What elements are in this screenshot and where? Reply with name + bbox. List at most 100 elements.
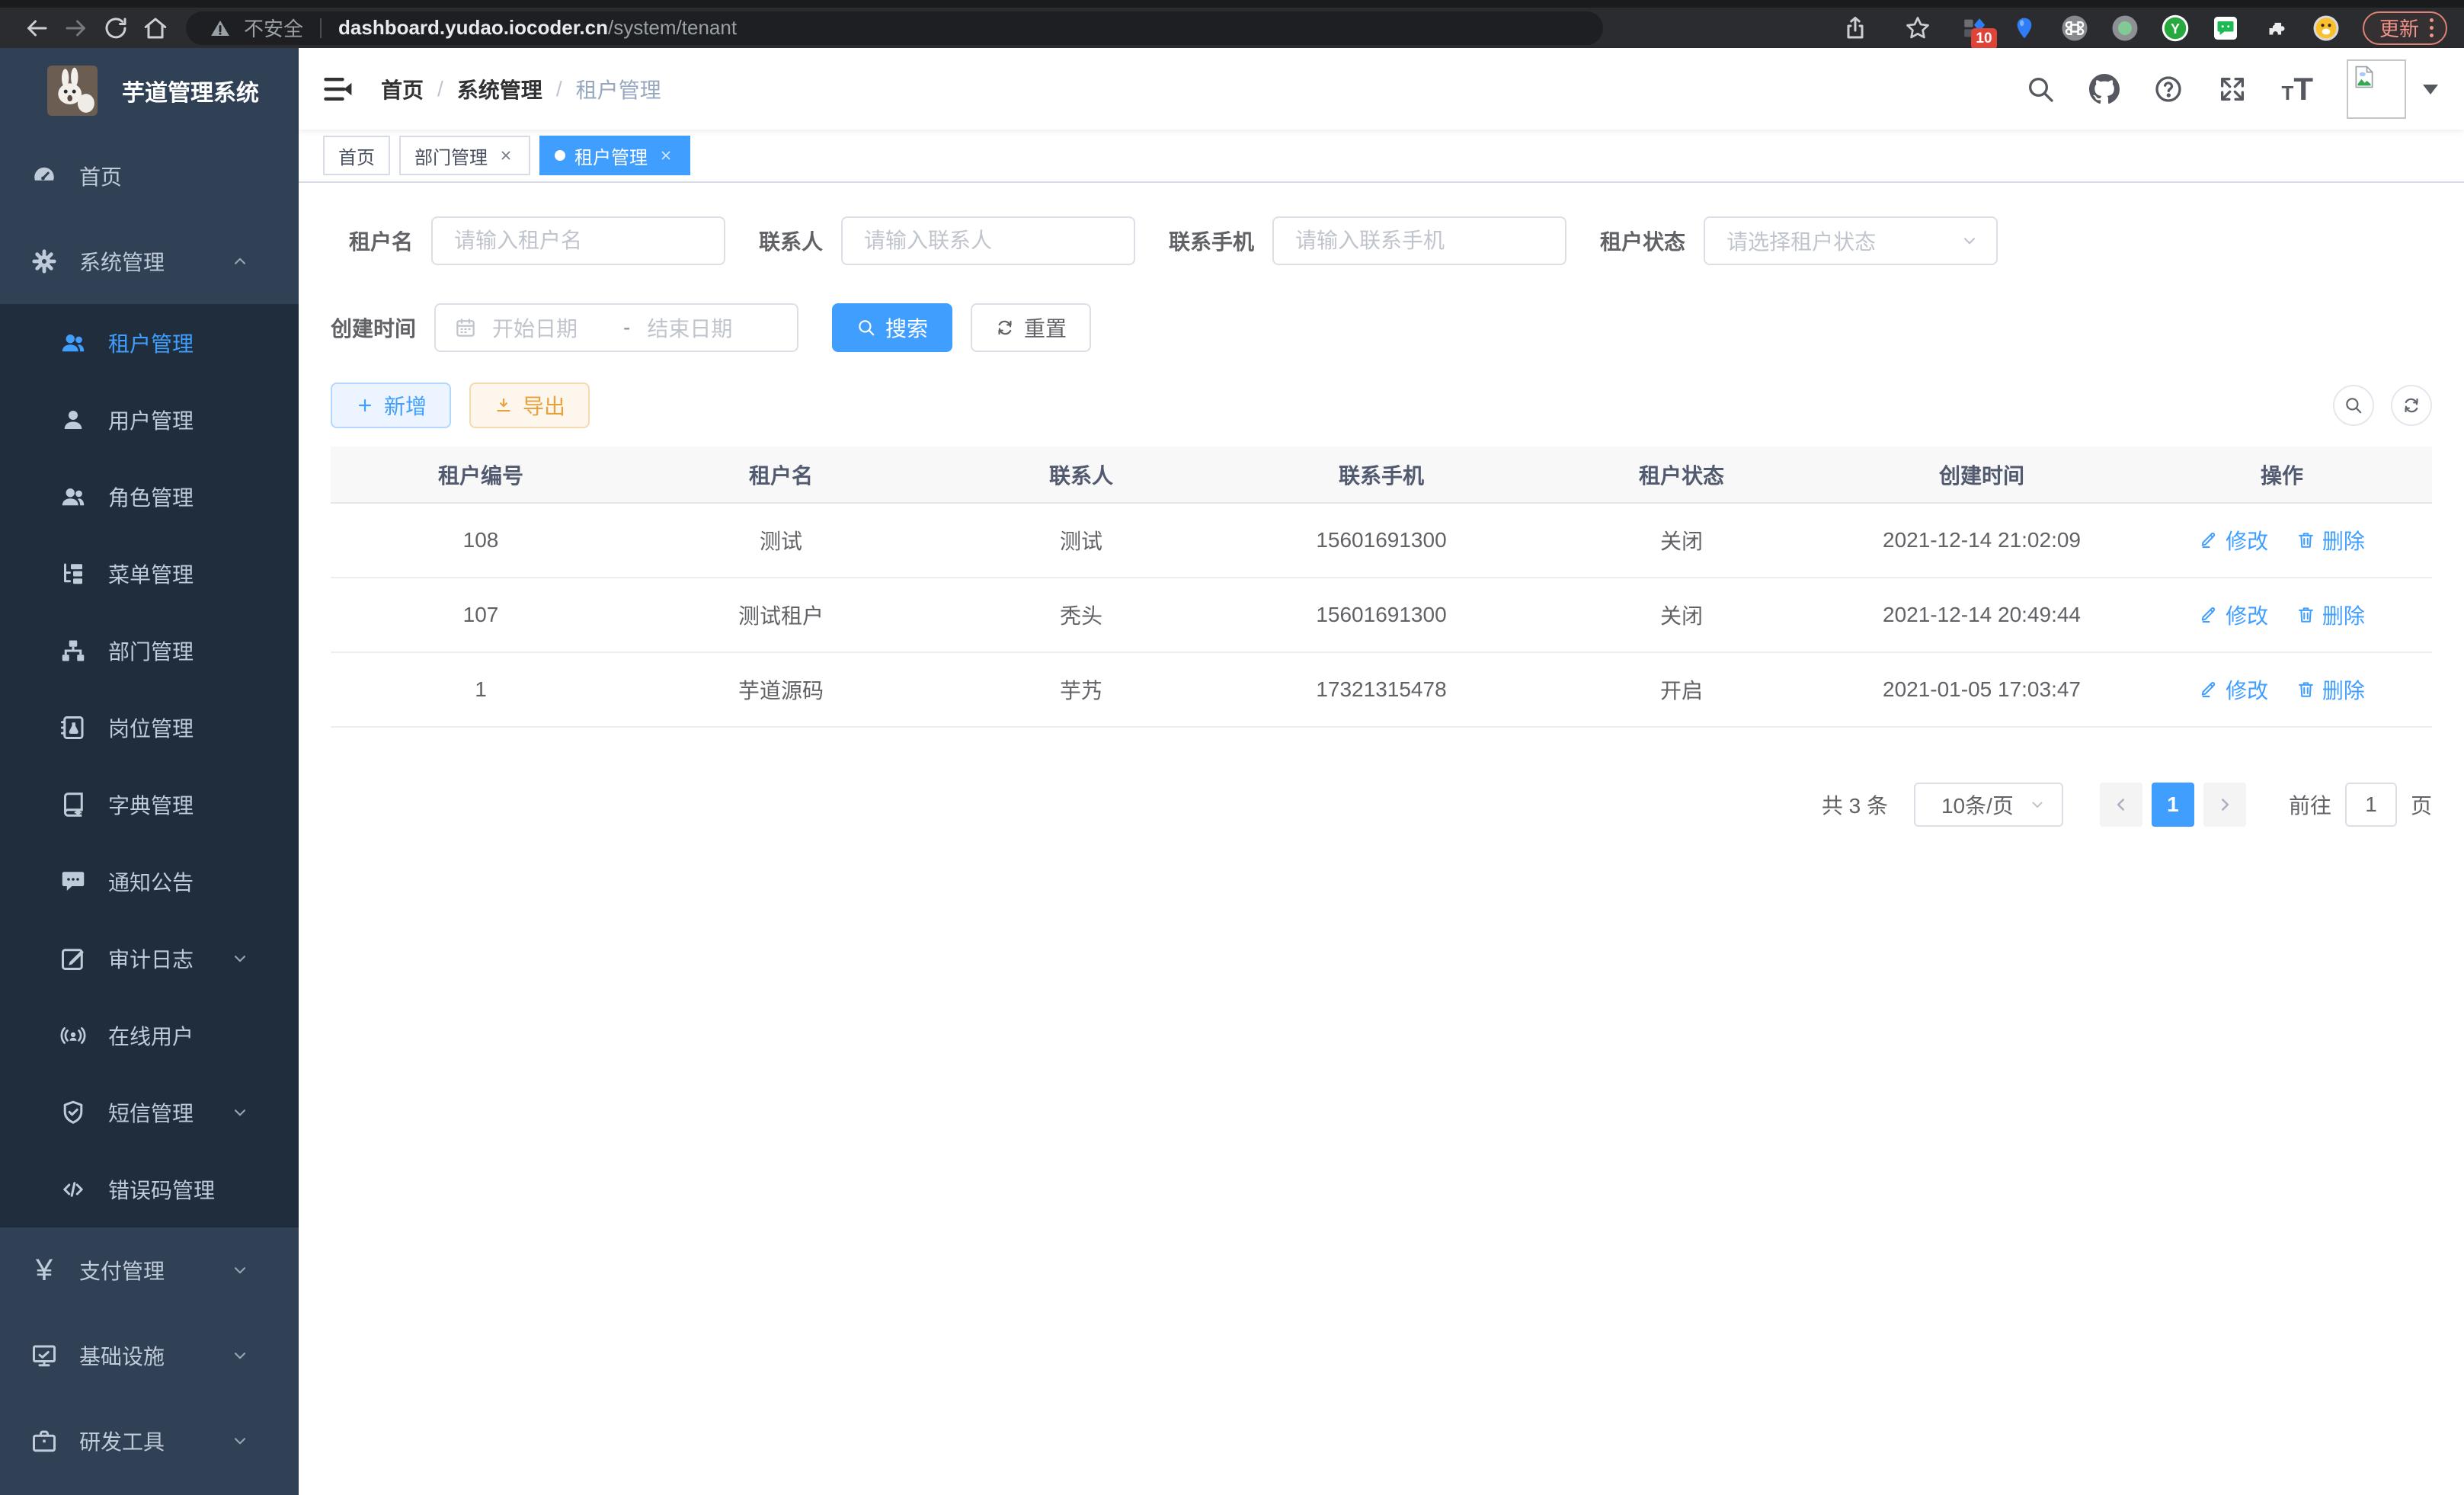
chevron-up-icon xyxy=(230,251,250,271)
chevron-down-icon xyxy=(1960,231,1979,251)
sidebar-item-post[interactable]: 岗位管理 xyxy=(0,689,299,766)
refresh-table-button[interactable] xyxy=(2391,385,2432,426)
sidebar-item-label: 菜单管理 xyxy=(108,559,194,589)
share-button[interactable] xyxy=(1835,12,1875,44)
refresh-icon xyxy=(2402,395,2421,415)
browser-update-button[interactable]: 更新 xyxy=(2363,11,2447,45)
tenant-name-input[interactable] xyxy=(431,216,725,265)
filter-phone: 联系手机 xyxy=(1150,216,1566,265)
sidebar-item-user[interactable]: 用户管理 xyxy=(0,381,299,458)
extension-icon-balloon[interactable] xyxy=(2011,14,2038,42)
sidebar-item-audit[interactable]: 审计日志 xyxy=(0,920,299,997)
app-logo[interactable]: 芋道管理系统 xyxy=(0,48,299,133)
browser-forward-button[interactable] xyxy=(56,12,96,44)
sidebar-item-online[interactable]: 在线用户 xyxy=(0,997,299,1074)
extensions-puzzle-icon[interactable] xyxy=(2262,14,2290,42)
broken-image-icon xyxy=(2351,64,2377,90)
goto-page-input[interactable] xyxy=(2345,783,2397,827)
window-top-strip xyxy=(0,0,2464,8)
monitor-icon xyxy=(30,1342,58,1369)
extension-icon-command[interactable] xyxy=(2061,14,2088,42)
sidebar-toggle-hamburger-icon[interactable] xyxy=(322,72,355,106)
browser-reload-button[interactable] xyxy=(96,12,136,44)
sidebar-item-devtools[interactable]: 研发工具 xyxy=(0,1398,299,1484)
page-size-select[interactable]: 10条/页 xyxy=(1914,783,2063,827)
browser-home-button[interactable] xyxy=(136,12,175,44)
prev-page-button[interactable] xyxy=(2100,783,2142,827)
chevron-down-icon xyxy=(2028,796,2046,814)
header-search-icon[interactable] xyxy=(2025,74,2056,104)
delete-link[interactable]: 删除 xyxy=(2296,674,2365,705)
date-start-placeholder[interactable]: 开始日期 xyxy=(492,312,606,343)
contact-input[interactable] xyxy=(841,216,1135,265)
sidebar-item-tenant[interactable]: 租户管理 xyxy=(0,304,299,381)
date-end-placeholder[interactable]: 结束日期 xyxy=(647,312,732,343)
sidebar-item-label: 短信管理 xyxy=(108,1097,194,1128)
chevron-down-icon xyxy=(230,1346,250,1365)
tenant-status-select[interactable]: 请选择租户状态 xyxy=(1704,216,1998,265)
tag-home[interactable]: 首页 xyxy=(323,136,390,175)
user-group-icon xyxy=(59,483,87,511)
sidebar-item-notice[interactable]: 通知公告 xyxy=(0,843,299,920)
edit-link[interactable]: 修改 xyxy=(2199,600,2268,630)
create-time-range-picker[interactable]: 开始日期 - 结束日期 xyxy=(434,303,798,352)
delete-link[interactable]: 删除 xyxy=(2296,525,2365,555)
sidebar-item-menu[interactable]: 菜单管理 xyxy=(0,535,299,612)
sidebar-item-dict[interactable]: 字典管理 xyxy=(0,766,299,843)
filter-contact: 联系人 xyxy=(741,216,1135,265)
trash-icon xyxy=(2296,530,2316,550)
tag-tenant[interactable]: 租户管理 xyxy=(539,136,690,175)
search-button[interactable]: 搜索 xyxy=(832,303,952,352)
tag-dept[interactable]: 部门管理 xyxy=(399,136,530,175)
sidebar: 芋道管理系统 首页 系统管理 租户管理 用户管理 角色管理 xyxy=(0,48,299,1495)
page-unit-label: 页 xyxy=(2411,789,2432,820)
extension-icon-chat[interactable] xyxy=(2212,14,2239,42)
github-icon[interactable] xyxy=(2089,74,2120,104)
delete-link[interactable]: 删除 xyxy=(2296,600,2365,630)
extension-icon-y-green[interactable]: Y xyxy=(2162,14,2189,42)
breadcrumb-system[interactable]: 系统管理 xyxy=(457,74,542,104)
cell-actions: 修改 删除 xyxy=(2132,578,2432,652)
broadcast-user-icon xyxy=(59,1022,87,1049)
table-header-row: 租户编号 租户名 联系人 联系手机 租户状态 创建时间 操作 xyxy=(331,447,2432,503)
sidebar-item-errorcode[interactable]: 错误码管理 xyxy=(0,1151,299,1228)
sidebar-item-label: 角色管理 xyxy=(108,482,194,512)
browser-back-button[interactable] xyxy=(17,12,56,44)
cell-id: 107 xyxy=(331,578,631,652)
sidebar-item-home[interactable]: 首页 xyxy=(0,133,299,219)
help-question-icon[interactable] xyxy=(2153,74,2184,104)
close-icon[interactable] xyxy=(657,146,675,165)
sidebar-item-dept[interactable]: 部门管理 xyxy=(0,612,299,689)
address-bar[interactable]: 不安全 dashboard.yudao.iocoder.cn/system/te… xyxy=(186,11,1603,45)
extension-icon-emoji[interactable] xyxy=(2312,14,2340,42)
add-button[interactable]: 新增 xyxy=(331,383,451,428)
edit-link[interactable]: 修改 xyxy=(2199,525,2268,555)
sidebar-item-infra[interactable]: 基础设施 xyxy=(0,1313,299,1398)
svg-text:Y: Y xyxy=(2171,21,2180,36)
page-number-1[interactable]: 1 xyxy=(2152,783,2194,827)
toggle-search-button[interactable] xyxy=(2333,385,2374,426)
export-button[interactable]: 导出 xyxy=(469,383,590,428)
reset-button[interactable]: 重置 xyxy=(971,303,1091,352)
edit-link[interactable]: 修改 xyxy=(2199,674,2268,705)
user-menu[interactable] xyxy=(2347,59,2438,119)
sidebar-item-system[interactable]: 系统管理 xyxy=(0,219,299,304)
sidebar-item-label: 字典管理 xyxy=(108,789,194,820)
phone-input[interactable] xyxy=(1272,216,1566,265)
bookmark-star-button[interactable] xyxy=(1898,12,1938,44)
fullscreen-icon[interactable] xyxy=(2217,74,2248,104)
close-icon[interactable] xyxy=(497,146,515,165)
avatar[interactable] xyxy=(2347,59,2406,119)
user-dropdown-caret-icon[interactable] xyxy=(2423,85,2438,102)
sidebar-item-role[interactable]: 角色管理 xyxy=(0,458,299,535)
next-page-button[interactable] xyxy=(2203,783,2246,827)
font-size-icon[interactable]: TT xyxy=(2281,71,2313,107)
sidebar-item-label: 系统管理 xyxy=(79,246,165,277)
filter-status: 租户状态 请选择租户状态 xyxy=(1582,216,1998,265)
sidebar-item-pay[interactable]: ¥ 支付管理 xyxy=(0,1228,299,1313)
sidebar-item-sms[interactable]: 短信管理 xyxy=(0,1074,299,1151)
breadcrumb-home[interactable]: 首页 xyxy=(381,74,424,104)
extension-icon-diamond[interactable]: 10 xyxy=(1960,14,1988,42)
browser-menu-icon[interactable] xyxy=(2430,18,2434,37)
extension-icon-green-dot[interactable] xyxy=(2111,14,2139,42)
